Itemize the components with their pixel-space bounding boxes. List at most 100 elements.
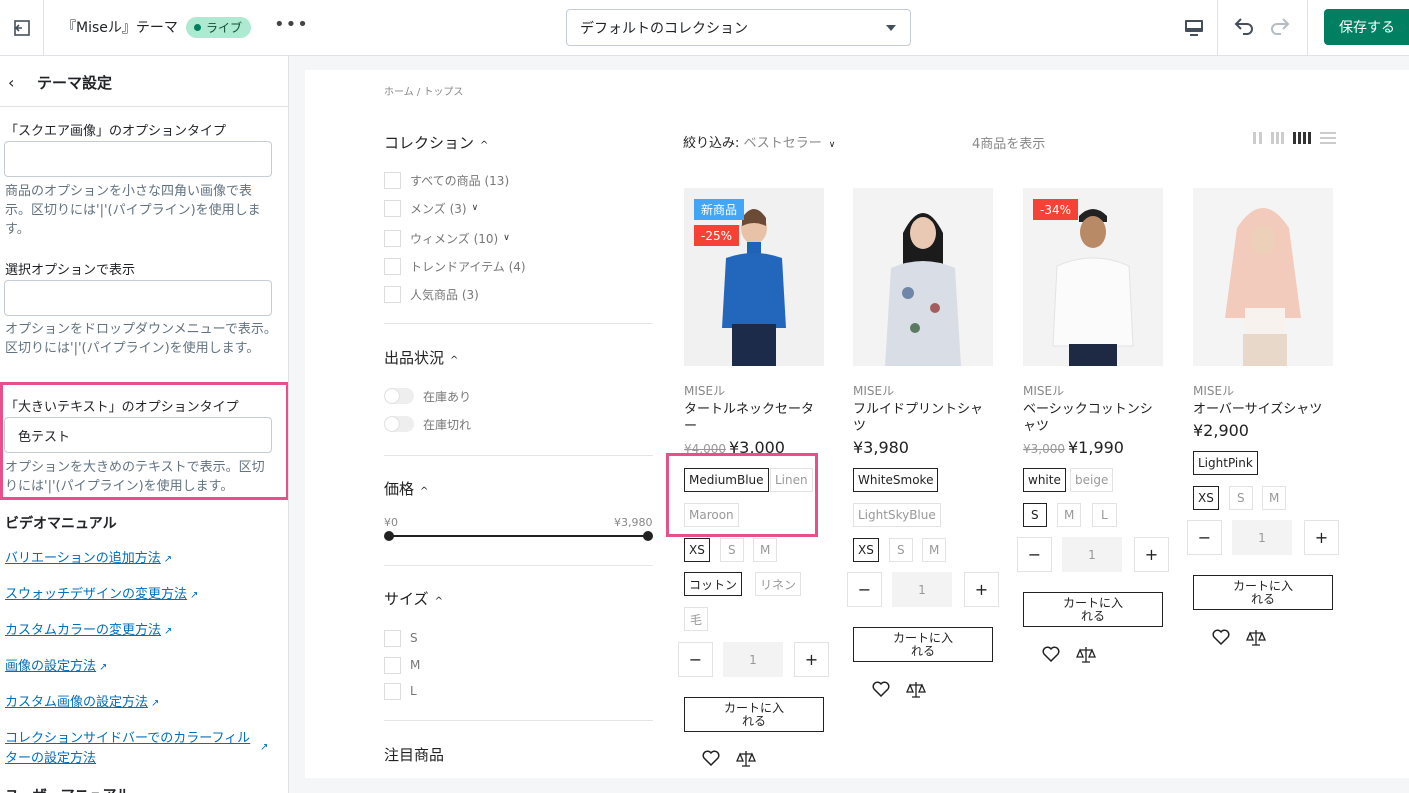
redo-button[interactable]: [1268, 15, 1292, 43]
heart-icon[interactable]: [872, 681, 890, 697]
product-image[interactable]: [853, 188, 993, 366]
back-chevron-icon[interactable]: ‹: [8, 73, 14, 92]
heart-icon[interactable]: [1042, 646, 1060, 662]
size-filter-item[interactable]: S: [384, 629, 418, 647]
size-option[interactable]: XS: [853, 538, 879, 562]
size-option[interactable]: S: [1023, 503, 1047, 527]
qty-value[interactable]: 1: [892, 572, 952, 607]
filter-price-title[interactable]: 価格 ^: [384, 478, 428, 499]
color-option[interactable]: beige: [1070, 468, 1114, 492]
filter-size-title[interactable]: サイズ ^: [384, 588, 443, 609]
price-slider[interactable]: [384, 531, 653, 541]
filter-item[interactable]: ウィメンズ (10) ∨: [384, 229, 510, 247]
add-to-cart-button[interactable]: カートに入れる: [853, 627, 993, 662]
size-option[interactable]: M: [922, 538, 947, 562]
link-swatch-design[interactable]: スウォッチデザインの変更方法 ↗: [5, 585, 198, 606]
checkbox[interactable]: [384, 656, 401, 674]
checkbox[interactable]: [384, 257, 401, 275]
qty-decrease-button[interactable]: −: [847, 572, 882, 607]
filter-item[interactable]: トレンドアイテム (4): [384, 257, 526, 275]
checkbox[interactable]: [384, 629, 401, 647]
size-option[interactable]: S: [889, 538, 913, 562]
add-to-cart-button[interactable]: カートに入れる: [684, 697, 824, 732]
checkbox[interactable]: [384, 171, 401, 189]
size-option[interactable]: S: [720, 538, 744, 562]
grid-4-icon[interactable]: [1293, 132, 1311, 144]
qty-increase-button[interactable]: +: [1134, 537, 1169, 572]
grid-3-icon[interactable]: [1271, 132, 1284, 144]
size-option[interactable]: M: [753, 538, 778, 562]
device-preview-button[interactable]: [1170, 0, 1218, 56]
color-option[interactable]: LightSkyBlue: [853, 503, 941, 527]
toggle-switch[interactable]: [384, 388, 414, 404]
product-name[interactable]: タートルネックセーター: [684, 401, 819, 435]
select-option-input[interactable]: [4, 280, 272, 316]
size-option[interactable]: M: [1057, 503, 1082, 527]
size-option[interactable]: XS: [684, 538, 710, 562]
color-option[interactable]: white: [1023, 468, 1066, 492]
size-option[interactable]: S: [1229, 486, 1253, 510]
qty-value[interactable]: 1: [723, 642, 783, 677]
filter-item[interactable]: メンズ (3) ∨: [384, 199, 478, 217]
material-option[interactable]: リネン: [755, 572, 802, 596]
undo-button[interactable]: [1232, 15, 1256, 43]
link-custom-color[interactable]: カスタムカラーの変更方法 ↗: [5, 621, 172, 642]
heart-icon[interactable]: [1212, 629, 1230, 645]
qty-value[interactable]: 1: [1232, 520, 1292, 555]
filter-collection-title[interactable]: コレクション ^: [384, 132, 488, 153]
exit-button[interactable]: [0, 0, 44, 56]
grid-2-icon[interactable]: [1253, 132, 1262, 144]
qty-increase-button[interactable]: +: [794, 642, 829, 677]
qty-decrease-button[interactable]: −: [678, 642, 713, 677]
add-to-cart-button[interactable]: カートに入れる: [1193, 575, 1333, 610]
chevron-down-icon[interactable]: ∨: [472, 203, 479, 213]
size-option[interactable]: M: [1262, 486, 1287, 510]
slider-handle-min[interactable]: [384, 531, 394, 541]
compare-icon[interactable]: [1076, 646, 1096, 663]
qty-increase-button[interactable]: +: [964, 572, 999, 607]
filter-item[interactable]: すべての商品 (13): [384, 171, 509, 189]
sort-by[interactable]: 絞り込み: ベストセラー ∨: [683, 132, 835, 151]
color-option[interactable]: WhiteSmoke: [853, 468, 939, 492]
compare-icon[interactable]: [736, 750, 756, 767]
filter-featured-title[interactable]: 注目商品: [384, 744, 444, 765]
link-add-variations[interactable]: バリエーションの追加方法 ↗: [5, 549, 172, 570]
material-option[interactable]: コットン: [684, 572, 743, 596]
size-option[interactable]: L: [1092, 503, 1117, 527]
color-option[interactable]: LightPink: [1193, 451, 1258, 475]
material-option[interactable]: 毛: [684, 607, 709, 631]
checkbox[interactable]: [384, 229, 401, 247]
toggle-switch[interactable]: [384, 416, 414, 432]
checkbox[interactable]: [384, 682, 401, 700]
square-image-input[interactable]: [4, 141, 272, 177]
size-filter-item[interactable]: M: [384, 656, 420, 674]
qty-decrease-button[interactable]: −: [1017, 537, 1052, 572]
heart-icon[interactable]: [702, 750, 720, 766]
checkbox[interactable]: [384, 285, 401, 303]
compare-icon[interactable]: [1246, 629, 1266, 646]
qty-value[interactable]: 1: [1062, 537, 1122, 572]
add-to-cart-button[interactable]: カートに入れる: [1023, 592, 1163, 627]
save-button[interactable]: 保存する: [1324, 9, 1409, 45]
filter-stock-title[interactable]: 出品状況 ^: [384, 347, 458, 368]
list-view-icon[interactable]: [1320, 132, 1336, 144]
product-name[interactable]: ベーシックコットンシャツ: [1023, 401, 1158, 435]
compare-icon[interactable]: [906, 681, 926, 698]
more-actions-button[interactable]: •••: [274, 14, 309, 35]
collection-select[interactable]: デフォルトのコレクション: [566, 9, 911, 46]
qty-decrease-button[interactable]: −: [1187, 520, 1222, 555]
product-name[interactable]: オーバーサイズシャツ: [1193, 401, 1328, 418]
stock-out-filter[interactable]: 在庫切れ: [384, 415, 471, 433]
chevron-down-icon[interactable]: ∨: [503, 233, 510, 243]
stock-in-filter[interactable]: 在庫あり: [384, 387, 471, 405]
product-image[interactable]: [1193, 188, 1333, 366]
product-name[interactable]: フルイドプリントシャツ: [853, 401, 988, 435]
link-image-settings[interactable]: 画像の設定方法 ↗: [5, 657, 107, 678]
size-filter-item[interactable]: L: [384, 682, 417, 700]
link-color-filter[interactable]: コレクションサイドバーでのカラーフィルターの設定方法: [5, 729, 253, 769]
link-custom-image[interactable]: カスタム画像の設定方法 ↗: [5, 693, 159, 714]
checkbox[interactable]: [384, 199, 401, 217]
filter-item[interactable]: 人気商品 (3): [384, 285, 479, 303]
qty-increase-button[interactable]: +: [1304, 520, 1339, 555]
size-option[interactable]: XS: [1193, 486, 1219, 510]
